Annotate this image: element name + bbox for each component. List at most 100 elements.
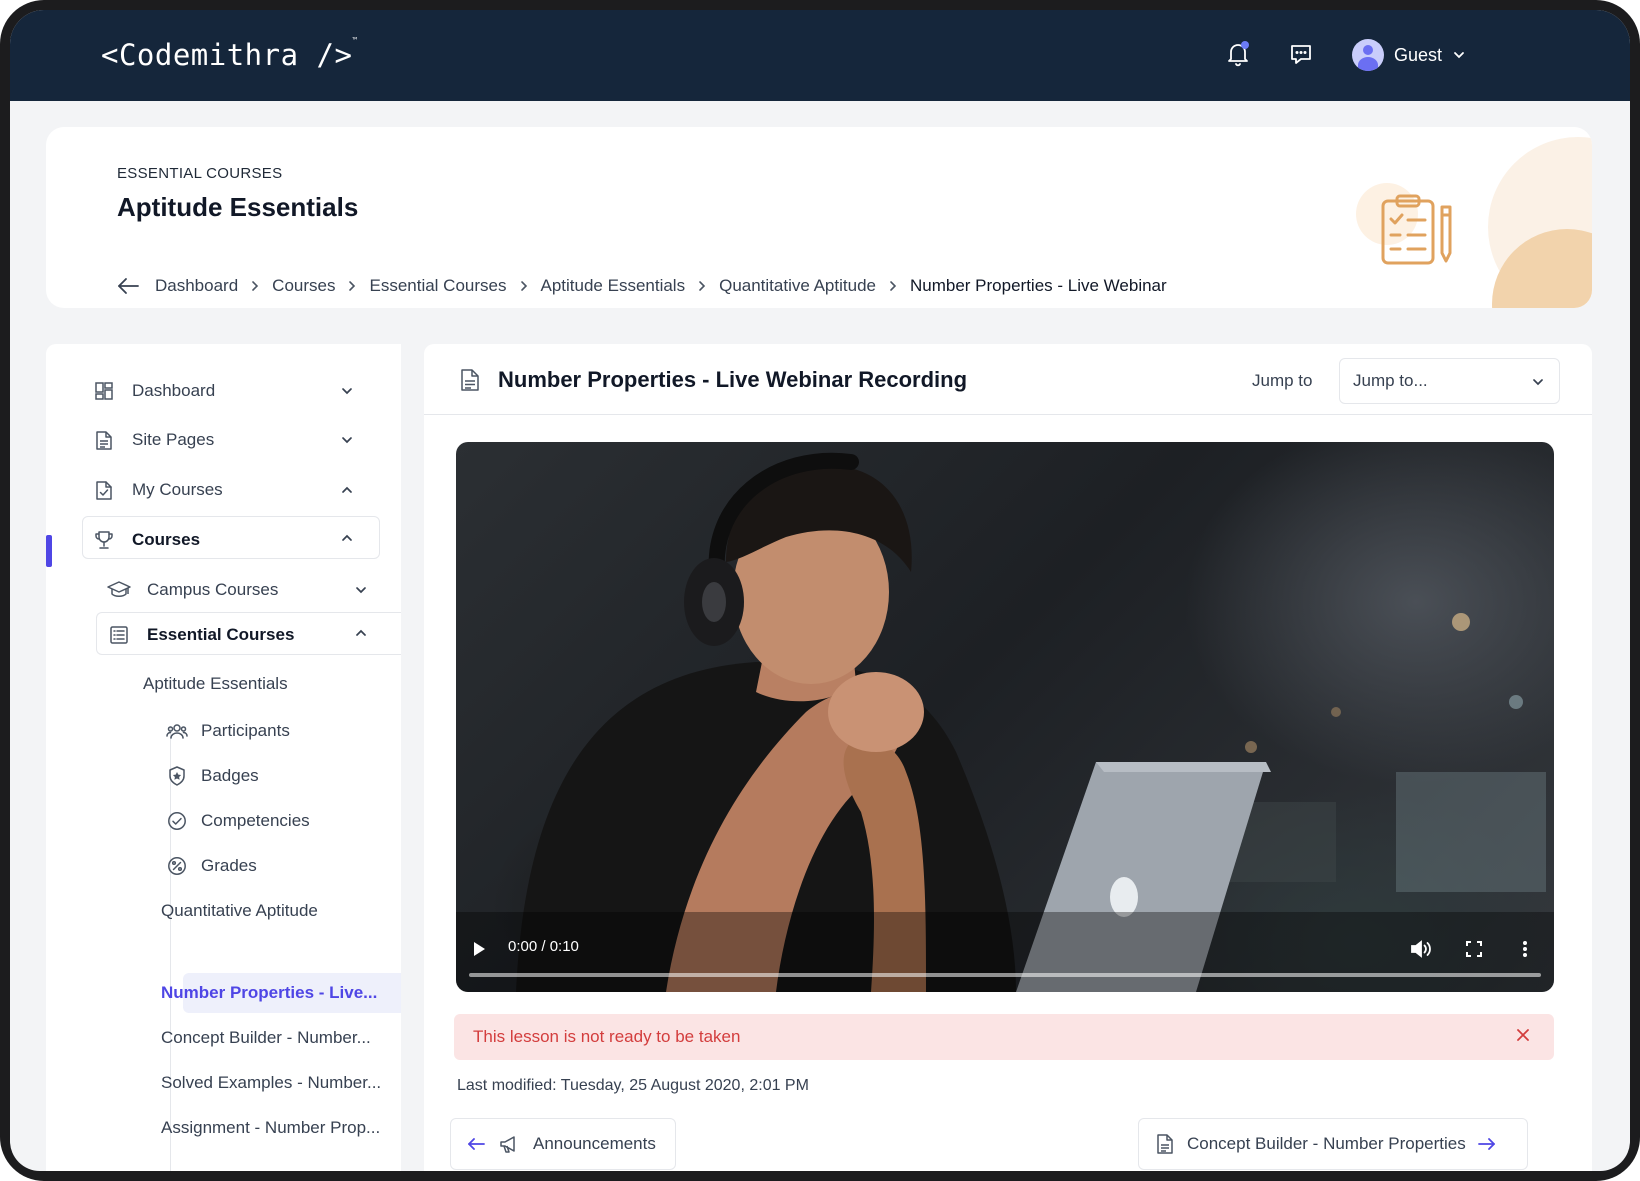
- screen: <Codemithra />™ Guest ESSENTIAL COURSES …: [10, 10, 1630, 1171]
- sidebar-link-label: Competencies: [201, 811, 310, 830]
- clipboard-icon: [1381, 194, 1452, 265]
- sidebar-link-label: Badges: [201, 766, 259, 785]
- breadcrumb-dashboard[interactable]: Dashboard: [155, 276, 238, 296]
- user-menu[interactable]: Guest: [1352, 38, 1466, 72]
- sidebar-item-label: My Courses: [132, 480, 223, 499]
- sidebar-item-label: Site Pages: [132, 430, 215, 449]
- lesson-header: Number Properties - Live Webinar Recordi…: [424, 344, 1592, 415]
- notification-dot: [1241, 41, 1249, 49]
- video-frame: [456, 452, 1554, 992]
- breadcrumb-quantitative-aptitude[interactable]: Quantitative Aptitude: [719, 276, 876, 296]
- lesson-alert: This lesson is not ready to be taken: [454, 1014, 1554, 1060]
- previous-activity-button[interactable]: Announcements: [450, 1118, 676, 1170]
- breadcrumb-courses[interactable]: Courses: [272, 276, 335, 296]
- tree-line: [170, 726, 171, 1171]
- list-icon: [107, 623, 131, 647]
- sidebar-course-title[interactable]: Aptitude Essentials: [143, 669, 288, 699]
- back-button[interactable]: [117, 277, 139, 295]
- logo-trademark: ™: [352, 36, 358, 45]
- sidebar-link-label: Grades: [201, 856, 257, 875]
- chevron-right-icon: [347, 280, 357, 292]
- notifications-button[interactable]: [1223, 39, 1253, 69]
- video-player[interactable]: 0:00 / 0:10: [456, 442, 1554, 992]
- chevron-right-icon: [250, 280, 260, 292]
- breadcrumb: Dashboard Courses Essential Courses Apti…: [117, 276, 1179, 296]
- chevron-down-icon: [340, 433, 354, 447]
- video-progress-bar[interactable]: [469, 973, 1541, 977]
- document-icon: [92, 428, 116, 452]
- volume-icon: [1411, 940, 1431, 958]
- sidebar-item-courses[interactable]: Courses: [92, 525, 362, 555]
- sidebar-item-campus-courses[interactable]: Campus Courses: [107, 575, 377, 605]
- breadcrumb-current: Number Properties - Live Webinar: [909, 276, 1167, 295]
- chevron-right-icon: [888, 280, 898, 292]
- next-activity-label: Concept Builder - Number Properties: [1187, 1134, 1466, 1153]
- fullscreen-button[interactable]: [1463, 938, 1485, 960]
- chevron-up-icon: [340, 483, 354, 497]
- messages-button[interactable]: [1286, 39, 1316, 69]
- arrow-left-icon: [467, 1137, 485, 1151]
- more-vertical-icon: [1523, 941, 1527, 957]
- lesson-title: Number Properties - Live Webinar Recordi…: [498, 367, 968, 392]
- breadcrumb-aptitude-essentials[interactable]: Aptitude Essentials: [541, 276, 686, 296]
- sidebar-lesson-assignment[interactable]: Assignment - Number Prop...: [161, 1113, 380, 1143]
- alert-close-button[interactable]: [1516, 1028, 1530, 1042]
- video-time: 0:00 / 0:10: [508, 938, 579, 955]
- chevron-up-icon: [340, 531, 354, 545]
- volume-button[interactable]: [1409, 938, 1433, 960]
- chevron-down-icon: [340, 384, 354, 398]
- arrow-left-icon: [118, 278, 139, 294]
- graduation-cap-icon: [107, 578, 131, 602]
- trophy-icon: [92, 528, 116, 552]
- chevron-down-icon: [1454, 52, 1464, 59]
- chevron-up-icon: [354, 626, 368, 640]
- previous-activity-label: Announcements: [533, 1134, 656, 1153]
- more-options-button[interactable]: [1518, 938, 1532, 960]
- jump-to-value: Jump to...: [1353, 371, 1428, 390]
- next-activity-button[interactable]: Concept Builder - Number Properties: [1138, 1118, 1528, 1170]
- chevron-right-icon: [519, 280, 529, 292]
- last-modified: Last modified: Tuesday, 25 August 2020, …: [457, 1077, 809, 1094]
- sidebar-lesson-concept-builder[interactable]: Concept Builder - Number...: [161, 1023, 371, 1053]
- top-bar: <Codemithra />™ Guest: [10, 10, 1630, 101]
- breadcrumb-essential-courses[interactable]: Essential Courses: [369, 276, 506, 296]
- users-icon: [166, 720, 188, 742]
- sidebar-item-essential-courses[interactable]: Essential Courses: [107, 620, 377, 650]
- percent-icon: [166, 855, 188, 877]
- document-icon: [461, 369, 479, 391]
- sidebar-link-participants[interactable]: Participants: [166, 716, 290, 746]
- avatar: [1352, 39, 1384, 71]
- file-check-icon: [92, 478, 116, 502]
- megaphone-icon: [499, 1134, 519, 1154]
- alert-message: This lesson is not ready to be taken: [473, 1027, 741, 1046]
- jump-to-label: Jump to: [1252, 371, 1313, 390]
- sidebar-lesson-solved-examples[interactable]: Solved Examples - Number...: [161, 1068, 381, 1098]
- logo-text: <Codemithra />: [101, 38, 353, 72]
- sidebar-item-my-courses[interactable]: My Courses: [92, 475, 362, 505]
- check-circle-icon: [166, 810, 188, 832]
- page-title: Aptitude Essentials: [117, 192, 359, 222]
- logo[interactable]: <Codemithra />™: [101, 36, 358, 72]
- sidebar-item-label: Essential Courses: [147, 625, 295, 644]
- sidebar-link-label: Participants: [201, 721, 290, 740]
- sidebar-lesson-number-properties[interactable]: Number Properties - Live...: [161, 978, 377, 1008]
- course-header: ESSENTIAL COURSES Aptitude Essentials Da…: [46, 127, 1592, 308]
- sidebar-link-grades[interactable]: Grades: [166, 851, 257, 881]
- badge-icon: [166, 765, 188, 787]
- sidebar-item-label: Campus Courses: [147, 580, 279, 599]
- sidebar-item-site-pages[interactable]: Site Pages: [92, 425, 362, 455]
- play-button[interactable]: [470, 940, 488, 958]
- dashboard-icon: [92, 379, 116, 403]
- sidebar-link-badges[interactable]: Badges: [166, 761, 259, 791]
- user-name: Guest: [1394, 44, 1443, 65]
- chat-icon: [1291, 45, 1311, 64]
- device-frame: <Codemithra />™ Guest ESSENTIAL COURSES …: [0, 0, 1640, 1181]
- sidebar-item-label: Dashboard: [132, 381, 216, 400]
- arrow-right-icon: [1477, 1137, 1496, 1151]
- sidebar-section-title[interactable]: Quantitative Aptitude: [161, 896, 318, 926]
- video-controls: 0:00 / 0:10: [456, 930, 1554, 992]
- sidebar-item-dashboard[interactable]: Dashboard: [92, 376, 362, 406]
- sidebar-link-competencies[interactable]: Competencies: [166, 806, 310, 836]
- chevron-down-icon: [1531, 375, 1545, 389]
- jump-to-select[interactable]: Jump to...: [1339, 358, 1560, 404]
